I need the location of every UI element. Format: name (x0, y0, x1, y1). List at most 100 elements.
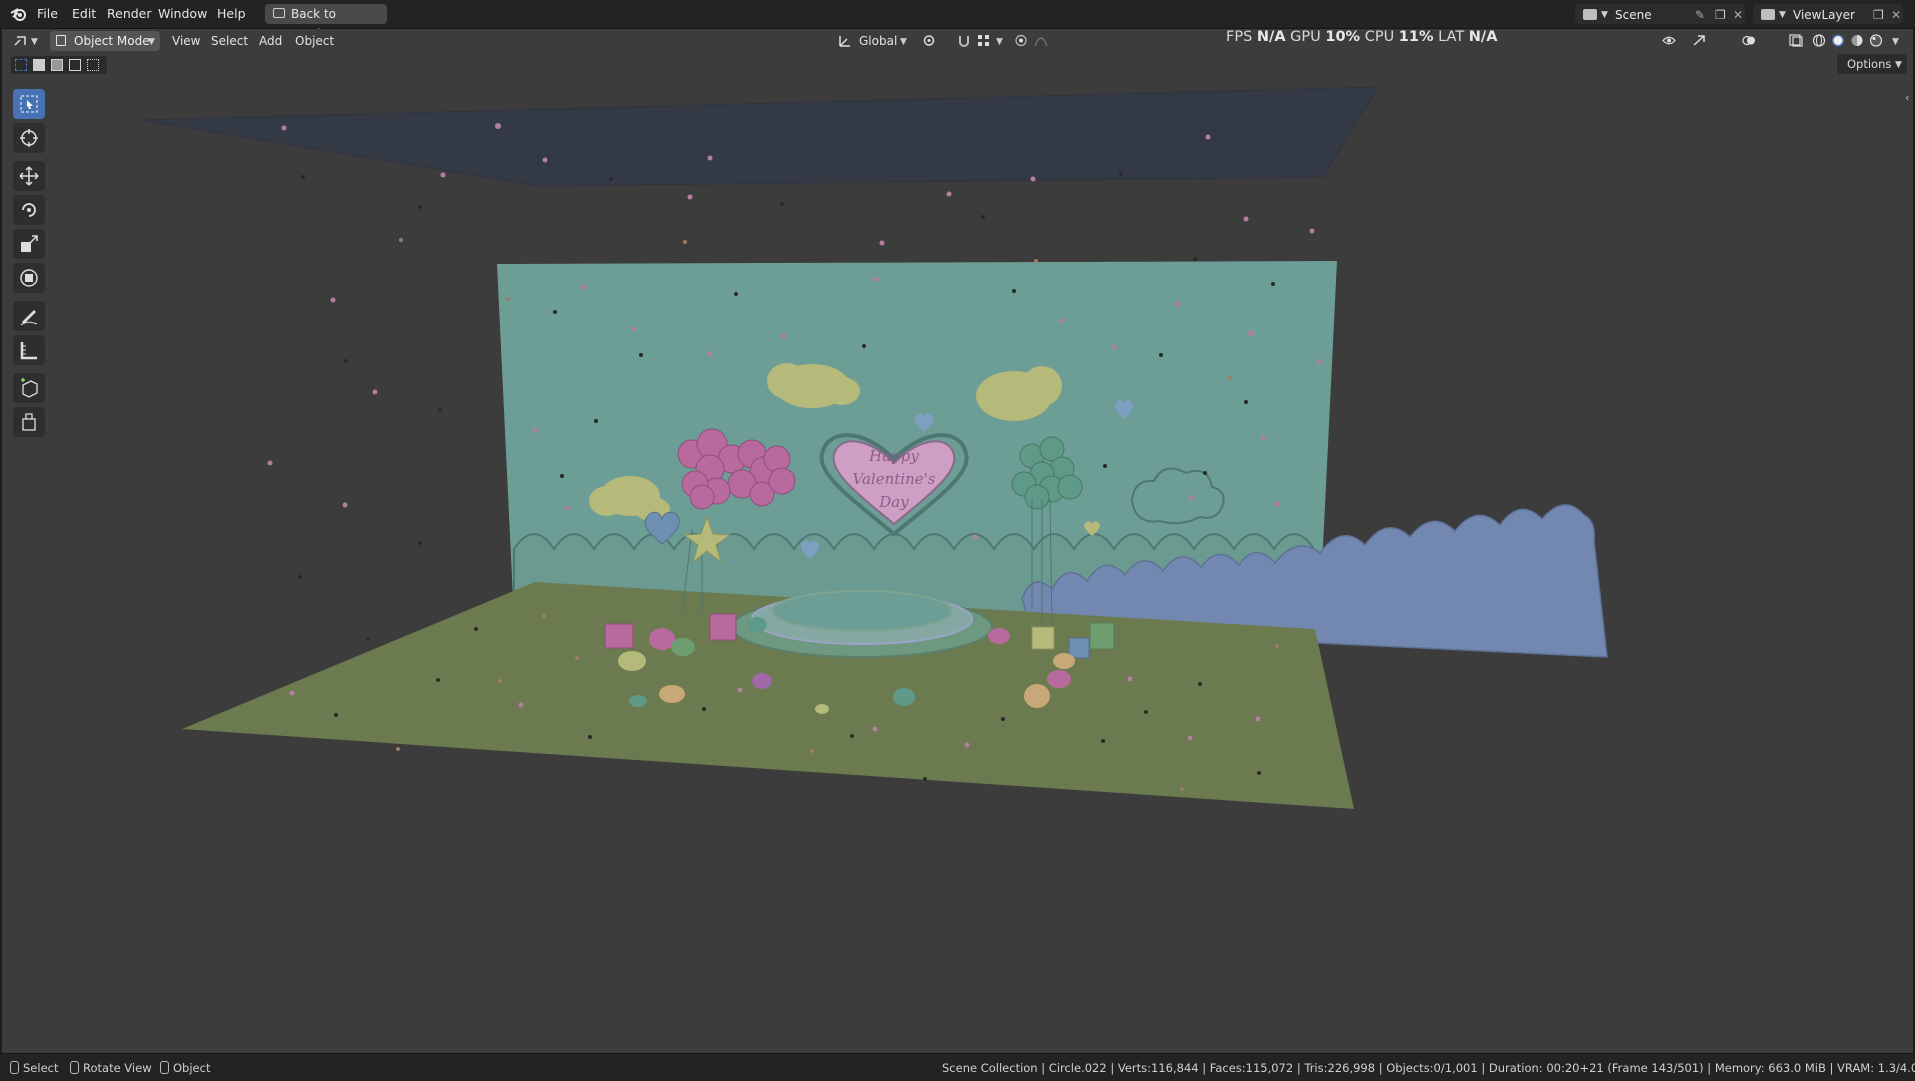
tool-move[interactable] (13, 161, 45, 191)
scene-selector[interactable]: ▼ Scene ✎ ❐ ✕ (1575, 4, 1745, 24)
menu-window[interactable]: Window (158, 6, 207, 21)
sign-line-1: Happy (868, 447, 919, 465)
tool-extrude[interactable] (13, 407, 45, 437)
gizmo-icon[interactable] (1692, 34, 1706, 47)
tool-add-cube[interactable] (13, 373, 45, 403)
select-box-icon (20, 95, 38, 113)
mouse-right-icon (160, 1061, 169, 1074)
tool-rotate[interactable] (13, 195, 45, 225)
menu-file[interactable]: File (37, 6, 58, 21)
select-extend-icon[interactable] (33, 59, 45, 71)
status-object-hint: Object (160, 1061, 210, 1075)
lat-value: N/A (1468, 29, 1498, 45)
menu-add[interactable]: Add (259, 34, 282, 48)
object-mode-icon (56, 35, 66, 46)
fps-value: N/A (1256, 29, 1286, 45)
lat-label: LAT (1438, 29, 1465, 45)
proportional-edit-icon[interactable] (1014, 34, 1028, 47)
select-subtract-icon[interactable] (51, 59, 63, 71)
select-intersect-icon[interactable] (87, 59, 99, 71)
chevron-down-icon: ▼ (1895, 60, 1902, 70)
transform-icon (20, 269, 38, 287)
performance-overlay: FPS N/A GPU 10% CPU 11% LAT N/A (1226, 29, 1497, 45)
chevron-down-icon: ▼ (1779, 10, 1786, 20)
tool-transform[interactable] (13, 263, 45, 293)
extrude-icon (22, 413, 36, 431)
mouse-left-icon (10, 1061, 19, 1074)
menu-object[interactable]: Object (295, 34, 334, 48)
scene-icon (1583, 9, 1597, 20)
close-icon[interactable]: ✕ (1733, 8, 1743, 22)
menu-help[interactable]: Help (217, 6, 246, 21)
view-layer-name: ViewLayer (1793, 8, 1855, 22)
orientation-dropdown[interactable]: Global (859, 34, 897, 48)
rendered-shading-icon[interactable] (1869, 34, 1883, 47)
status-rotate-hint: Rotate View (70, 1061, 152, 1075)
wireframe-shading-icon[interactable] (1812, 34, 1826, 47)
3d-viewport[interactable]: Happy Valentine's Day ‹ ▼ Object Mode ▼ … (2, 29, 1913, 1053)
select-invert-icon[interactable] (69, 59, 81, 71)
falloff-icon[interactable] (1034, 34, 1048, 47)
tool-annotate[interactable] (13, 301, 45, 331)
cpu-value: 11% (1398, 29, 1434, 45)
scene-statistics: Scene Collection | Circle.022 | Verts:11… (942, 1061, 1915, 1075)
menu-select[interactable]: Select (211, 34, 248, 48)
status-select-hint: Select (10, 1061, 58, 1075)
object-mode-dropdown[interactable]: Object Mode ▼ (50, 31, 160, 51)
chevron-down-icon: ▼ (996, 37, 1003, 47)
scene-render: Happy Valentine's Day ‹ (141, 86, 1909, 809)
blender-logo-icon[interactable] (10, 6, 28, 22)
sign-line-3: Day (878, 493, 909, 511)
select-set-icon[interactable] (15, 59, 27, 71)
tool-shelf (10, 89, 52, 479)
snap-grid-icon[interactable] (977, 34, 991, 47)
material-shading-icon[interactable] (1850, 34, 1864, 47)
cursor-icon (20, 129, 38, 147)
chevron-down-icon: ▼ (1601, 10, 1608, 20)
chevron-down-icon: ▼ (31, 37, 38, 47)
selection-mode-buttons (11, 56, 107, 74)
move-icon (19, 166, 39, 186)
snap-icon[interactable] (957, 34, 971, 47)
options-dropdown[interactable]: Options ▼ (1837, 54, 1907, 74)
menu-render[interactable]: Render (107, 6, 152, 21)
menu-view[interactable]: View (172, 34, 200, 48)
scale-icon (21, 235, 38, 252)
back-to-previous-button[interactable]: Back to Previous (265, 4, 387, 41)
tool-select-box[interactable] (13, 89, 45, 119)
gpu-value: 10% (1325, 29, 1361, 45)
new-view-layer-icon[interactable]: ❐ (1873, 8, 1884, 22)
chevron-down-icon: ▼ (900, 37, 907, 47)
annotate-icon (20, 310, 38, 326)
pivot-point-icon[interactable] (922, 34, 936, 47)
view-layer-icon (1761, 9, 1775, 20)
view-layer-selector[interactable]: ▼ ViewLayer ❐ ✕ (1753, 4, 1903, 24)
transform-orientation-icon (839, 36, 850, 47)
status-bar: Select Rotate View Object Scene Collecti… (0, 1053, 1915, 1081)
ceiling-plane (141, 86, 1379, 187)
close-icon[interactable]: ✕ (1891, 8, 1901, 22)
measure-icon (20, 342, 37, 360)
scene-name: Scene (1615, 8, 1652, 22)
tool-cursor[interactable] (13, 123, 45, 153)
xray-icon[interactable] (1789, 34, 1803, 47)
tool-scale[interactable] (13, 229, 45, 259)
solid-shading-icon[interactable] (1831, 34, 1845, 47)
gpu-label: GPU (1290, 29, 1321, 45)
menu-edit[interactable]: Edit (72, 6, 96, 21)
new-scene-icon[interactable]: ❐ (1715, 8, 1726, 22)
sidebar-toggle-icon[interactable]: ‹ (1905, 91, 1909, 104)
overlays-icon[interactable] (1742, 34, 1756, 47)
editor-type-icon[interactable] (14, 34, 28, 47)
tool-measure[interactable] (13, 335, 45, 365)
screen-icon (273, 8, 285, 18)
chevron-down-icon: ▼ (148, 37, 155, 47)
add-cube-icon (21, 378, 38, 398)
chevron-down-icon: ▼ (1892, 37, 1899, 47)
pin-icon[interactable]: ✎ (1695, 8, 1705, 22)
visibility-icon[interactable] (1662, 34, 1676, 47)
rotate-icon (22, 203, 36, 217)
sign-line-2: Valentine's (853, 470, 936, 488)
mouse-middle-icon (70, 1061, 79, 1074)
fps-label: FPS (1226, 29, 1253, 45)
